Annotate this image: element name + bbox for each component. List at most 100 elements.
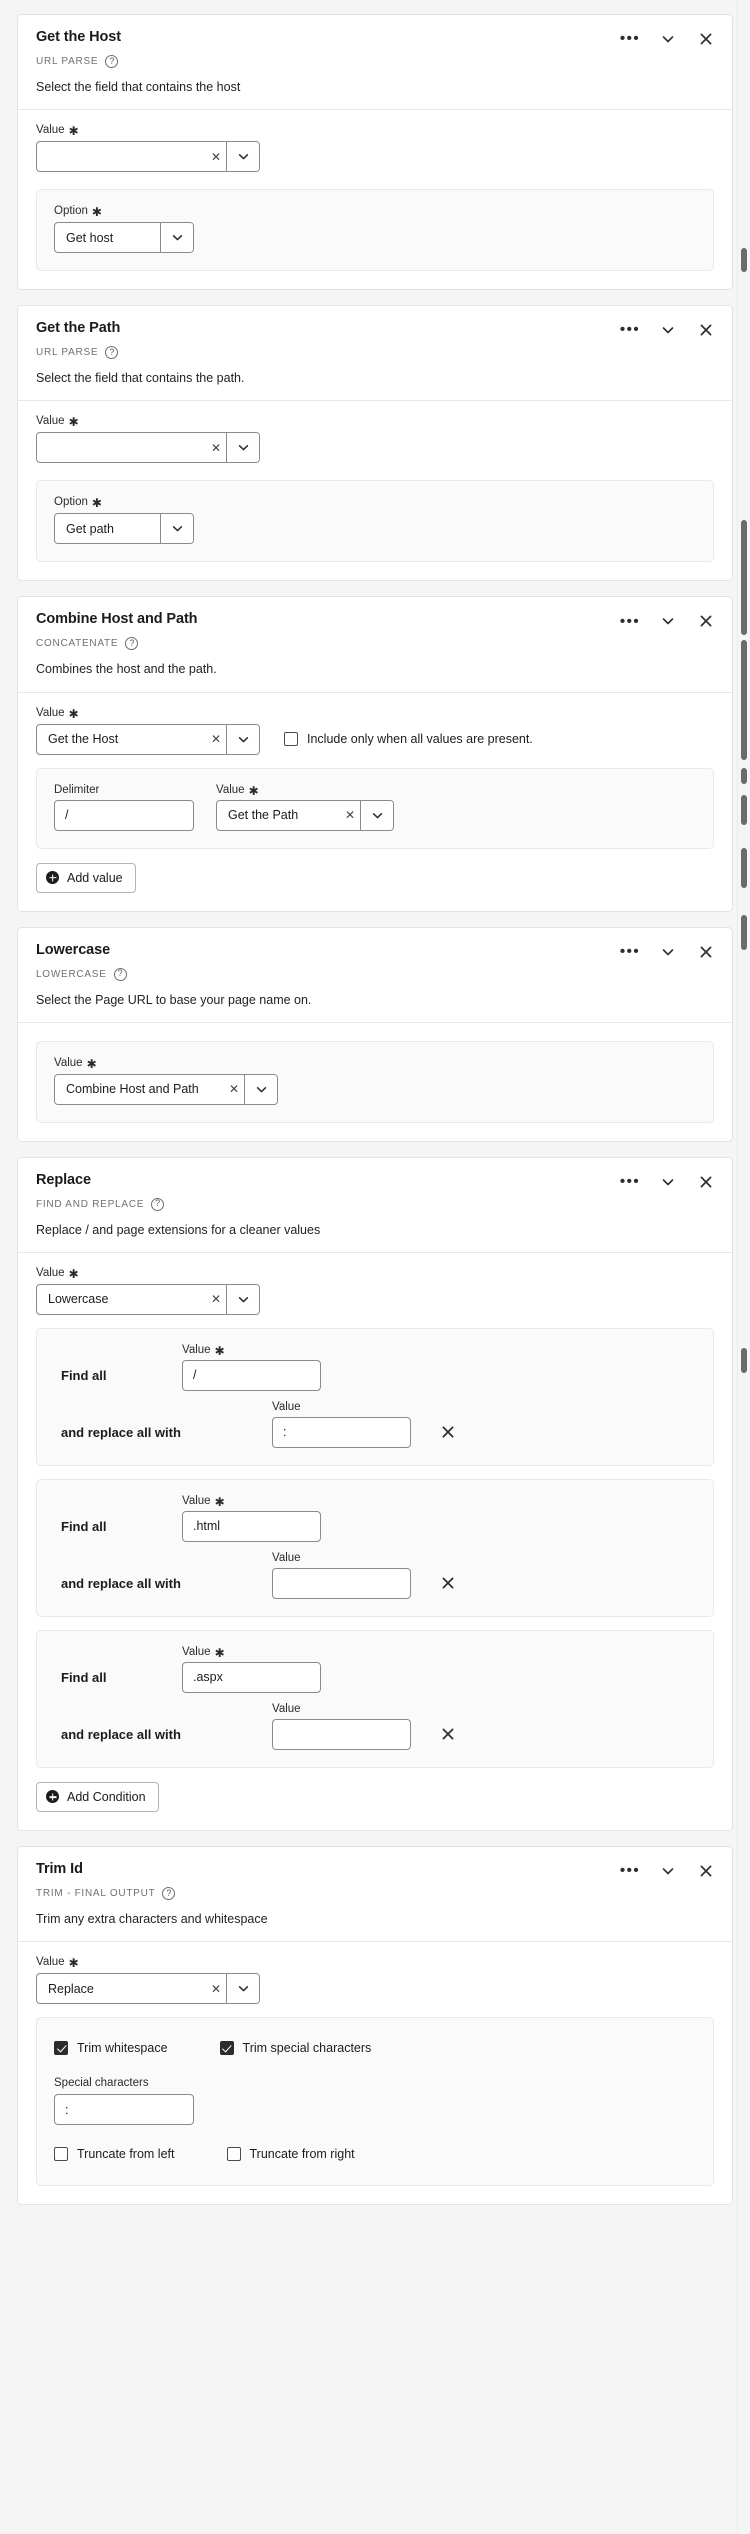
replace-value-label: Value — [272, 1551, 301, 1564]
delimiter-input[interactable] — [54, 799, 194, 831]
close-icon[interactable] — [697, 943, 715, 961]
trim-special-characters-checkbox[interactable]: Trim special characters — [219, 2041, 371, 2056]
step-card-lowercase: Lowercase LOWERCASE ? Select the Page UR… — [17, 926, 733, 1142]
more-options-icon[interactable]: ••• — [620, 1173, 639, 1191]
card-type-label: LOWERCASE — [36, 968, 107, 980]
special-characters-field: Special characters — [54, 2077, 696, 2126]
find-value-input[interactable] — [182, 1359, 321, 1391]
chevron-down-icon[interactable] — [659, 30, 677, 48]
dropdown-chevron-icon[interactable] — [226, 1974, 259, 2004]
clear-icon[interactable]: ✕ — [206, 142, 226, 171]
dropdown-chevron-icon[interactable] — [160, 223, 193, 253]
close-icon[interactable] — [697, 1862, 715, 1880]
plus-icon — [46, 871, 59, 885]
more-options-icon[interactable]: ••• — [620, 30, 639, 48]
option-select[interactable]: Get host — [54, 222, 194, 254]
value-combobox[interactable]: Lowercase ✕ — [36, 1283, 260, 1315]
help-icon[interactable]: ? — [125, 637, 139, 651]
close-icon[interactable] — [697, 30, 715, 48]
more-options-icon[interactable]: ••• — [620, 612, 639, 630]
value-combobox-text — [37, 142, 206, 171]
value-combobox[interactable]: Get the Host ✕ — [36, 723, 260, 755]
chevron-down-icon[interactable] — [659, 612, 677, 630]
checkbox-label: Include only when all values are present… — [307, 732, 533, 747]
clear-icon[interactable]: ✕ — [206, 1974, 226, 2003]
clear-icon[interactable]: ✕ — [224, 1075, 244, 1104]
dropdown-chevron-icon[interactable] — [226, 1284, 259, 1314]
replace-all-with-label: and replace all with — [61, 1424, 181, 1440]
clear-icon[interactable]: ✕ — [206, 725, 226, 754]
dropdown-chevron-icon[interactable] — [160, 514, 193, 544]
delimiter-field: Delimiter — [54, 784, 194, 831]
card-title: Combine Host and Path — [36, 611, 198, 628]
value-combobox[interactable]: Replace ✕ — [36, 1973, 260, 2005]
chevron-down-icon[interactable] — [659, 1862, 677, 1880]
help-icon[interactable]: ? — [162, 1886, 176, 1900]
option-select[interactable]: Get path — [54, 513, 194, 545]
dropdown-chevron-icon[interactable] — [226, 433, 259, 463]
remove-condition-icon[interactable] — [437, 1421, 459, 1443]
replace-with-line: and replace all with Value — [54, 1401, 696, 1448]
find-all-line: Find all Value ✱ — [54, 1495, 696, 1542]
more-options-icon[interactable]: ••• — [620, 1862, 639, 1880]
second-value-label: Value ✱ — [216, 783, 259, 798]
replace-value-input[interactable] — [272, 1567, 411, 1599]
value-combobox[interactable]: ✕ — [36, 432, 260, 464]
more-options-icon[interactable]: ••• — [620, 321, 639, 339]
card-type-label: TRIM - FINAL OUTPUT — [36, 1887, 156, 1899]
truncate-from-right-checkbox[interactable]: Truncate from right — [226, 2147, 355, 2162]
trim-options-panel: Trim whitespace Trim special characters … — [36, 2017, 714, 2187]
help-icon[interactable]: ? — [105, 54, 119, 68]
checkbox-box — [219, 2041, 234, 2056]
value-combobox[interactable]: Combine Host and Path ✕ — [54, 1073, 278, 1105]
checkbox-box — [54, 2041, 68, 2056]
truncate-from-left-checkbox[interactable]: Truncate from left — [54, 2147, 175, 2162]
option-select-text: Get host — [66, 230, 114, 245]
dropdown-chevron-icon[interactable] — [244, 1074, 277, 1104]
replace-value-input[interactable] — [272, 1718, 411, 1750]
clear-icon[interactable]: ✕ — [206, 1285, 226, 1314]
card-title: Trim Id — [36, 1860, 83, 1877]
chevron-down-icon[interactable] — [659, 1173, 677, 1191]
second-value-combobox-text: Get the Path — [228, 808, 299, 823]
special-characters-input[interactable] — [54, 2094, 194, 2126]
card-header-actions: ••• — [620, 321, 715, 339]
remove-condition-icon[interactable] — [437, 1572, 459, 1594]
dropdown-chevron-icon[interactable] — [360, 800, 393, 830]
step-card-get-the-path: Get the Path URL PARSE ? Select the fiel… — [17, 305, 733, 582]
replace-condition-row: Find all Value✱ and replace all with Val… — [36, 1629, 714, 1768]
help-icon[interactable]: ? — [113, 967, 127, 981]
clear-icon[interactable]: ✕ — [340, 801, 360, 830]
find-value-input[interactable] — [182, 1510, 321, 1542]
card-header: Lowercase LOWERCASE ? Select the Page UR… — [18, 928, 732, 1023]
help-icon[interactable]: ? — [151, 1197, 165, 1211]
delimiter-value-row: Delimiter Value✱ Get the Path ✕ — [54, 784, 696, 831]
card-type-label: URL PARSE — [36, 55, 99, 67]
close-icon[interactable] — [697, 612, 715, 630]
dropdown-chevron-icon[interactable] — [226, 724, 259, 754]
help-icon[interactable]: ? — [105, 346, 119, 360]
chevron-down-icon[interactable] — [659, 943, 677, 961]
remove-condition-icon[interactable] — [437, 1723, 459, 1745]
value-combobox[interactable]: ✕ — [36, 141, 260, 173]
find-value-input[interactable] — [182, 1661, 321, 1693]
trim-whitespace-checkbox[interactable]: Trim whitespace — [54, 2041, 168, 2056]
include-only-when-all-values-present-checkbox[interactable]: Include only when all values are present… — [284, 732, 533, 747]
second-value-combobox[interactable]: Get the Path ✕ — [216, 799, 394, 831]
card-description: Combines the host and the path. — [36, 662, 217, 677]
card-header: Get the Path URL PARSE ? Select the fiel… — [18, 306, 732, 402]
card-description: Trim any extra characters and whitespace — [36, 1911, 268, 1926]
replace-value-input[interactable] — [272, 1416, 411, 1448]
find-all-label: Find all — [61, 1367, 107, 1383]
dropdown-chevron-icon[interactable] — [226, 142, 259, 172]
add-value-button[interactable]: Add value — [36, 862, 136, 893]
close-icon[interactable] — [697, 1173, 715, 1191]
transformation-steps-list: Get the Host URL PARSE ? Select the fiel… — [0, 0, 750, 2206]
value-row: Get the Host ✕ Include only when all val… — [36, 723, 714, 755]
close-icon[interactable] — [697, 321, 715, 339]
add-condition-button[interactable]: Add Condition — [36, 1781, 159, 1812]
card-subtitle: URL PARSE ? — [36, 346, 714, 360]
chevron-down-icon[interactable] — [659, 321, 677, 339]
more-options-icon[interactable]: ••• — [620, 943, 639, 961]
clear-icon[interactable]: ✕ — [206, 433, 226, 462]
